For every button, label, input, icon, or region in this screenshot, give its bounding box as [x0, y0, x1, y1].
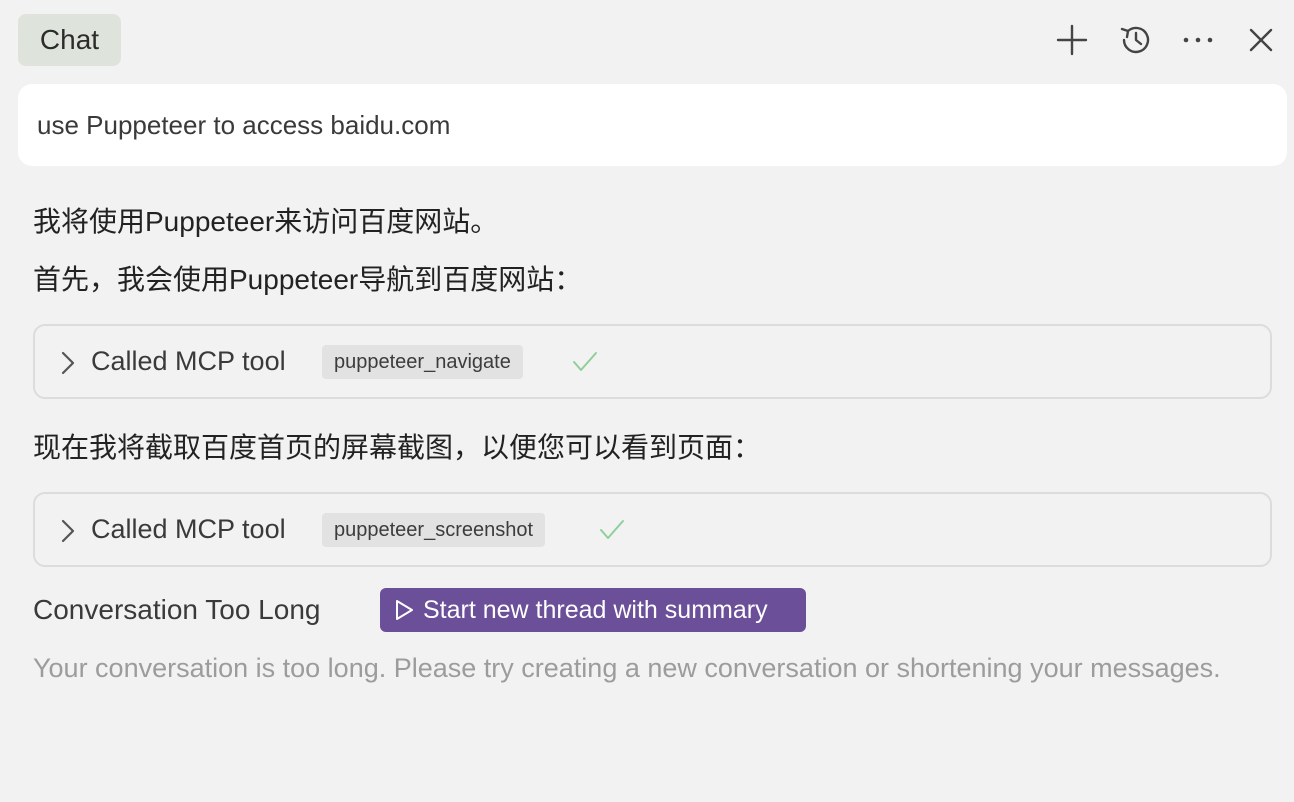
tool-name-badge: puppeteer_screenshot [322, 513, 546, 547]
tool-name-badge: puppeteer_navigate [322, 345, 523, 379]
chat-header: Chat [0, 0, 1294, 80]
user-prompt[interactable]: use Puppeteer to access baidu.com [18, 84, 1287, 166]
plus-icon[interactable] [1052, 20, 1092, 60]
tool-call-label: Called MCP tool [91, 514, 286, 544]
start-new-thread-button[interactable]: Start new thread with summary [380, 588, 806, 632]
error-title: Conversation Too Long [33, 594, 321, 625]
assistant-message-intro: 我将使用Puppeteer来访问百度网站。 [33, 206, 499, 237]
tool-call-card[interactable]: Called MCP tool puppeteer_screenshot [33, 492, 1272, 567]
tool-call-label: Called MCP tool [91, 346, 286, 376]
assistant-message-step2: 现在我将截取百度首页的屏幕截图，以便您可以看到页面： [33, 432, 762, 463]
error-message: Your conversation is too long. Please tr… [33, 653, 1221, 683]
check-icon [573, 352, 597, 371]
tab-chat[interactable]: Chat [18, 14, 121, 66]
chevron-right-icon [61, 351, 75, 375]
assistant-message-step1: 首先，我会使用Puppeteer导航到百度网站： [33, 264, 583, 295]
chevron-right-icon [61, 519, 75, 543]
start-new-thread-label: Start new thread with summary [423, 596, 768, 624]
tool-call-card[interactable]: Called MCP tool puppeteer_navigate [33, 324, 1272, 399]
more-icon[interactable] [1178, 20, 1218, 60]
play-icon [396, 600, 413, 620]
chat-panel: Chat use Puppeteer to access baidu.com 我… [0, 0, 1294, 802]
history-icon[interactable] [1116, 20, 1156, 60]
close-icon[interactable] [1241, 20, 1281, 60]
check-icon [600, 520, 624, 539]
